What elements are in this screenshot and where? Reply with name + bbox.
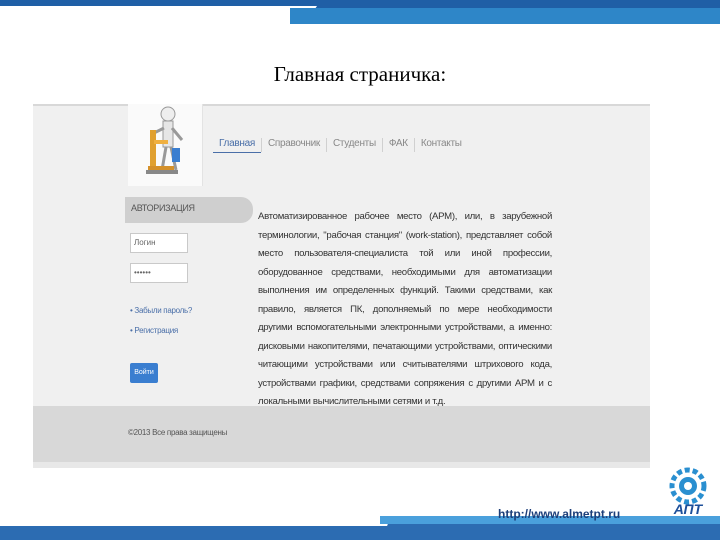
password-input-value: ••••••: [134, 268, 151, 277]
apt-logo-text: АПТ: [673, 501, 704, 517]
top-decoration-band: [0, 0, 720, 24]
website-screenshot: Главная Справочник Студенты ФАК Контакты…: [33, 104, 650, 468]
site-url[interactable]: http://www.almetpt.ru: [498, 507, 620, 521]
footer-copyright: ©2013 Все права защищены: [128, 428, 228, 437]
password-input[interactable]: ••••••: [130, 263, 188, 283]
nav-item-students[interactable]: Студенты: [327, 135, 382, 153]
slide-title: Главная страничка:: [273, 62, 447, 86]
login-input[interactable]: Логин: [130, 233, 188, 253]
site-navigation: Главная Справочник Студенты ФАК Контакты: [213, 135, 468, 153]
welder-figure-icon: [146, 106, 184, 174]
nav-item-faq[interactable]: ФАК: [383, 135, 414, 153]
login-header-label: АВТОРИЗАЦИЯ: [131, 203, 195, 213]
gear-icon: АПТ: [669, 467, 707, 517]
login-panel-header: АВТОРИЗАЦИЯ: [125, 197, 253, 223]
apt-logo: АПТ: [658, 466, 718, 518]
forgot-password-link[interactable]: • Забыли пароль?: [130, 306, 192, 315]
nav-item-reference[interactable]: Справочник: [262, 135, 326, 153]
register-link[interactable]: • Регистрация: [130, 326, 178, 335]
site-footer: ©2013 Все права защищены: [33, 406, 650, 468]
nav-item-home[interactable]: Главная: [213, 135, 261, 153]
login-input-value: Логин: [134, 238, 156, 247]
site-logo[interactable]: [128, 104, 203, 186]
nav-item-contacts[interactable]: Контакты: [415, 135, 468, 153]
login-button[interactable]: Войти: [130, 363, 158, 383]
main-content-text: Автоматизированное рабочее место (АРМ), …: [258, 211, 552, 407]
